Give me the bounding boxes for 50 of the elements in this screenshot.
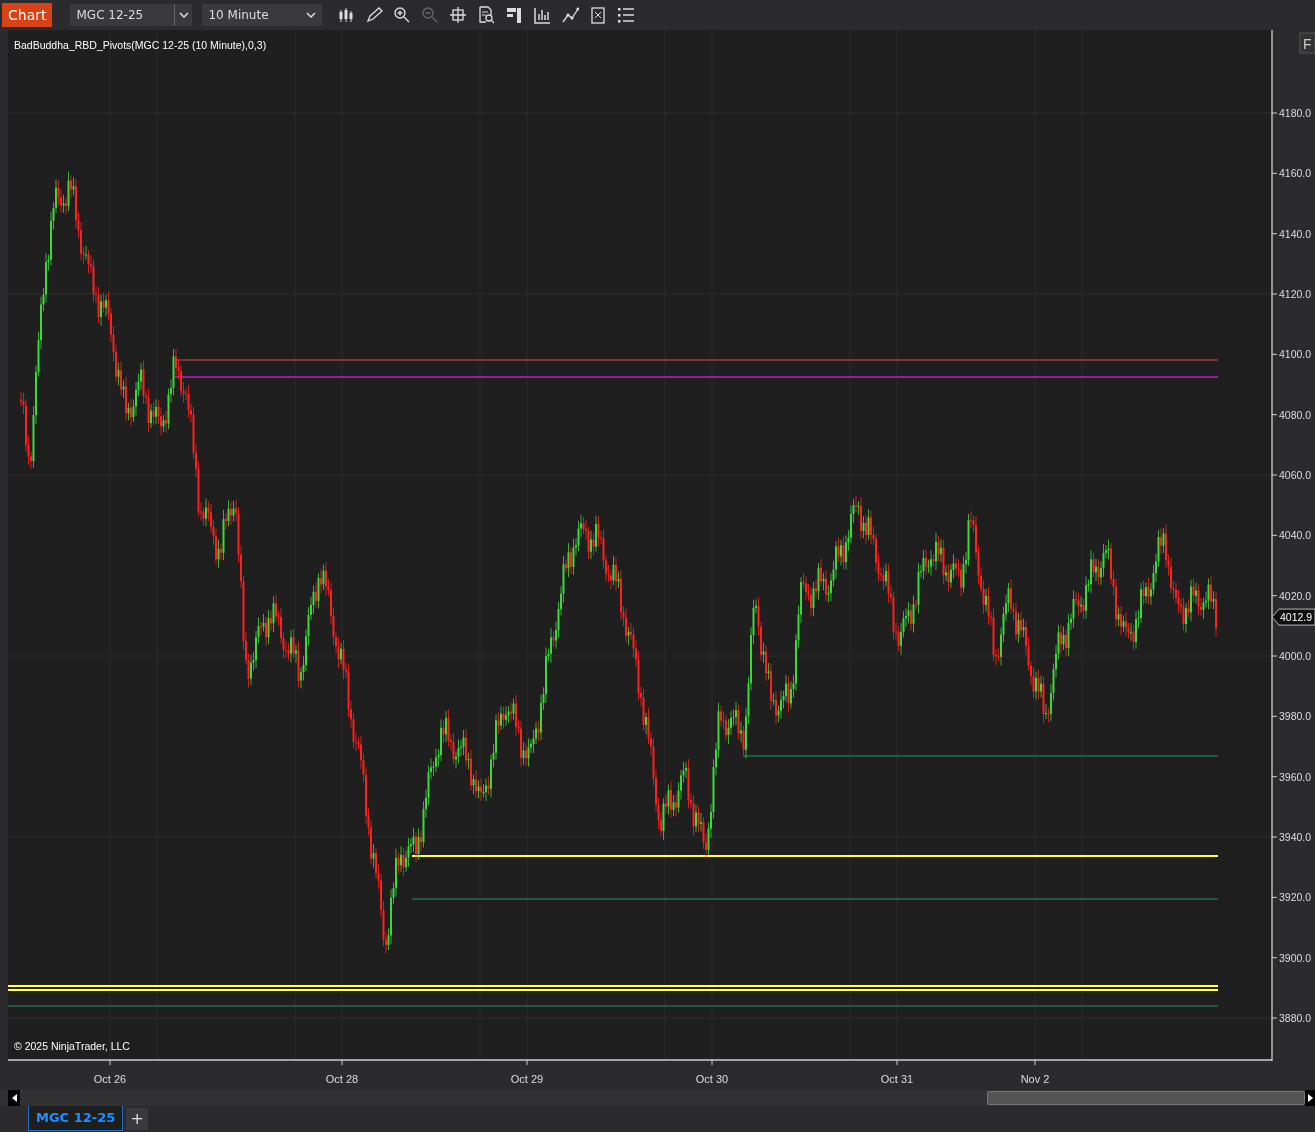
price-axis-label: 3980.0	[1279, 710, 1312, 723]
bar-chart-icon	[533, 6, 552, 24]
price-axis-label: 4080.0	[1279, 408, 1312, 421]
price-axis-label: 3900.0	[1279, 951, 1312, 964]
price-axis-label: 3880.0	[1279, 1012, 1312, 1024]
time-axis-label: Nov 2	[1020, 1073, 1050, 1085]
price-axis-label: 4020.0	[1279, 589, 1312, 602]
price-axis-label: 4140.0	[1279, 227, 1312, 240]
line-chart-icon	[561, 6, 580, 24]
crosshair-icon	[449, 6, 468, 24]
instrument-field[interactable]: MGC 12-25	[70, 4, 175, 26]
document-search-icon	[477, 6, 496, 24]
price-axis-label: 4060.0	[1279, 469, 1312, 481]
last-price-label: 4012.9	[1271, 608, 1315, 626]
indicator-label: BadBuddha_RBD_Pivots(MGC 12-25 (10 Minute),0,3)	[14, 39, 267, 51]
f-button[interactable]: F	[1299, 32, 1315, 54]
interval-dropdown[interactable]: 10 Minute	[202, 4, 323, 26]
scroll-left-button[interactable]	[8, 1090, 20, 1106]
price-axis-label: 4000.0	[1279, 650, 1312, 662]
price-axis-label: 3920.0	[1279, 891, 1312, 904]
time-axis-label: Oct 29	[510, 1073, 544, 1085]
list-icon	[617, 6, 636, 24]
caret-icon	[179, 12, 189, 18]
zoom-out-icon	[421, 6, 440, 24]
time-axis-label: Oct 26	[93, 1073, 127, 1085]
price-axis-label: 3940.0	[1279, 831, 1312, 843]
price-axis-label: 4160.0	[1279, 167, 1312, 180]
copyright-text: © 2025 NinjaTrader, LLC	[14, 1040, 130, 1052]
scroll-right-button[interactable]	[1305, 1090, 1315, 1106]
chart-tab[interactable]: MGC 12-25	[28, 1106, 124, 1131]
time-axis-label: Oct 30	[695, 1073, 729, 1085]
zoom-in-icon	[393, 6, 412, 24]
scrollbar-thumb[interactable]	[987, 1091, 1305, 1105]
candlestick-icon	[337, 6, 356, 24]
price-axis-label: 4100.0	[1279, 348, 1312, 361]
time-axis-label: Oct 31	[880, 1073, 914, 1085]
pencil-icon	[365, 6, 384, 24]
time-axis-label: Oct 28	[325, 1073, 359, 1085]
price-axis-label: 4040.0	[1279, 529, 1312, 542]
caret-icon	[306, 12, 317, 18]
price-axis-label: 4180.0	[1279, 107, 1312, 119]
price-axis-label: 4120.0	[1279, 288, 1312, 300]
window-title: Chart	[2, 3, 53, 27]
add-tab-button[interactable]: +	[126, 1108, 149, 1130]
right-arrow-icon	[1307, 1094, 1313, 1102]
clipboard-icon	[589, 6, 608, 24]
price-axis-label: 3960.0	[1279, 770, 1312, 783]
left-arrow-icon	[11, 1094, 17, 1102]
panel-layout-icon	[505, 6, 524, 24]
dropdown-button[interactable]	[174, 4, 193, 26]
